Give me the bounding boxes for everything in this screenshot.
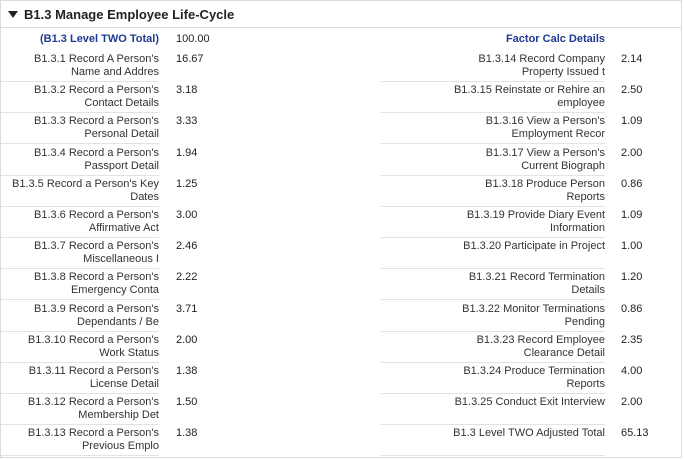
table-row: B1.3.2 Record a Person's Contact Details… <box>1 82 681 114</box>
right-value: 2.14 <box>621 53 643 65</box>
left-value: 2.00 <box>176 333 198 346</box>
right-value: 2.35 <box>621 333 643 346</box>
factor-calc-details-label: Factor Calc Details <box>505 33 605 45</box>
left-label: B1.3.1 Record A Person's Name and Addres <box>1 51 159 82</box>
left-value: 3.00 <box>176 209 198 221</box>
section-header[interactable]: B1.3 Manage Employee Life-Cycle <box>1 1 681 27</box>
collapse-triangle-icon[interactable] <box>8 11 18 18</box>
right-label: B1.3.18 Produce Person Reports <box>381 176 605 207</box>
right-value: 1.09 <box>621 209 643 221</box>
right-value: 1.00 <box>621 240 643 253</box>
right-label: B1.3.16 View a Person's Employment Recor <box>381 113 605 145</box>
right-label: B1.3.15 Reinstate or Rehire an employee <box>381 82 605 114</box>
left-label: B1.3.5 Record a Person's Key Dates <box>1 176 159 207</box>
section-title: B1.3 Manage Employee Life-Cycle <box>24 6 235 22</box>
table-row: B1.3.13 Record a Person's Previous Emplo… <box>1 425 681 457</box>
table-row: B1.3.8 Record a Person's Emergency Conta… <box>1 269 681 301</box>
right-value: 65.13 <box>621 427 649 440</box>
left-value: 2.46 <box>176 240 198 253</box>
right-label: B1.3.24 Produce Termination Reports <box>381 363 605 394</box>
right-label: B1.3 Level TWO Adjusted Total <box>381 425 605 457</box>
total-row: (B1.3 Level TWO Total) 100.00 Factor Cal… <box>1 29 681 49</box>
table-row: B1.3.10 Record a Person's Work Status 2.0… <box>1 332 681 363</box>
level-two-total-label: (B1.3 Level TWO Total) <box>40 33 159 45</box>
left-label: B1.3.8 Record a Person's Emergency Conta <box>1 269 159 301</box>
left-value: 1.38 <box>176 365 198 377</box>
right-value: 2.50 <box>621 84 643 97</box>
right-value: 4.00 <box>621 365 643 377</box>
right-label: B1.3.25 Conduct Exit Interview <box>381 394 605 426</box>
right-value: 2.00 <box>621 396 643 409</box>
right-value: 0.86 <box>621 177 643 190</box>
left-label: B1.3.6 Record a Person's Affirmative Act <box>1 207 159 238</box>
right-label: B1.3.22 Monitor Terminations Pending <box>381 301 605 332</box>
right-label: B1.3.20 Participate in Project <box>381 238 605 270</box>
left-label: B1.3.7 Record a Person's Miscellaneous I <box>1 238 159 270</box>
left-label: B1.3.11 Record a Person's License Detail <box>1 363 159 394</box>
table-row: B1.3.5 Record a Person's Key Dates 1.25 B1… <box>1 176 681 207</box>
right-label: B1.3.23 Record Employee Clearance Detail <box>381 332 605 363</box>
left-label: B1.3.13 Record a Person's Previous Emplo <box>1 425 159 457</box>
table-row: B1.3.1 Record A Person's Name and Addres… <box>1 51 681 82</box>
left-label: B1.3.4 Record a Person's Passport Detail <box>1 145 159 176</box>
left-label: B1.3.9 Record a Person's Dependants / Be <box>1 301 159 332</box>
left-value: 3.18 <box>176 84 198 97</box>
left-value: 1.94 <box>176 146 198 159</box>
left-label: B1.3.2 Record a Person's Contact Details <box>1 82 159 114</box>
right-value: 0.86 <box>621 302 643 315</box>
left-value: 3.71 <box>176 302 198 315</box>
table-row: B1.3.11 Record a Person's License Detail… <box>1 363 681 394</box>
section-panel: B1.3 Manage Employee Life-Cycle (B1.3 Le… <box>0 0 682 458</box>
table-row: B1.3.7 Record a Person's Miscellaneous I… <box>1 238 681 270</box>
right-label: B1.3.21 Record Termination Details <box>381 269 605 301</box>
left-value: 16.67 <box>176 53 204 65</box>
left-label: B1.3.12 Record a Person's Membership Det <box>1 394 159 426</box>
left-label: B1.3.3 Record a Person's Personal Detail <box>1 113 159 145</box>
table-row: B1.3.12 Record a Person's Membership Det… <box>1 394 681 426</box>
factor-calc-details-value <box>621 29 681 33</box>
level-two-total-value: 100.00 <box>176 33 210 45</box>
right-label: B1.3.14 Record Company Property Issued t <box>381 51 605 82</box>
left-label: B1.3.10 Record a Person's Work Status <box>1 332 159 363</box>
header-divider <box>1 27 681 28</box>
table-row: B1.3.6 Record a Person's Affirmative Act… <box>1 207 681 238</box>
left-value: 1.25 <box>176 177 198 190</box>
table-row: B1.3.9 Record a Person's Dependants / Be… <box>1 301 681 332</box>
left-value: 1.38 <box>176 427 198 440</box>
right-label: B1.3.17 View a Person's Current Biograph <box>381 145 605 176</box>
left-value: 1.50 <box>176 396 198 409</box>
right-value: 1.09 <box>621 115 643 128</box>
right-value: 2.00 <box>621 146 643 159</box>
left-value: 2.22 <box>176 271 198 284</box>
left-value: 3.33 <box>176 115 198 128</box>
right-value: 1.20 <box>621 271 643 284</box>
table-row: B1.3.4 Record a Person's Passport Detail… <box>1 145 681 176</box>
table-row: B1.3.3 Record a Person's Personal Detail… <box>1 113 681 145</box>
right-label: B1.3.19 Provide Diary Event Information <box>381 207 605 238</box>
